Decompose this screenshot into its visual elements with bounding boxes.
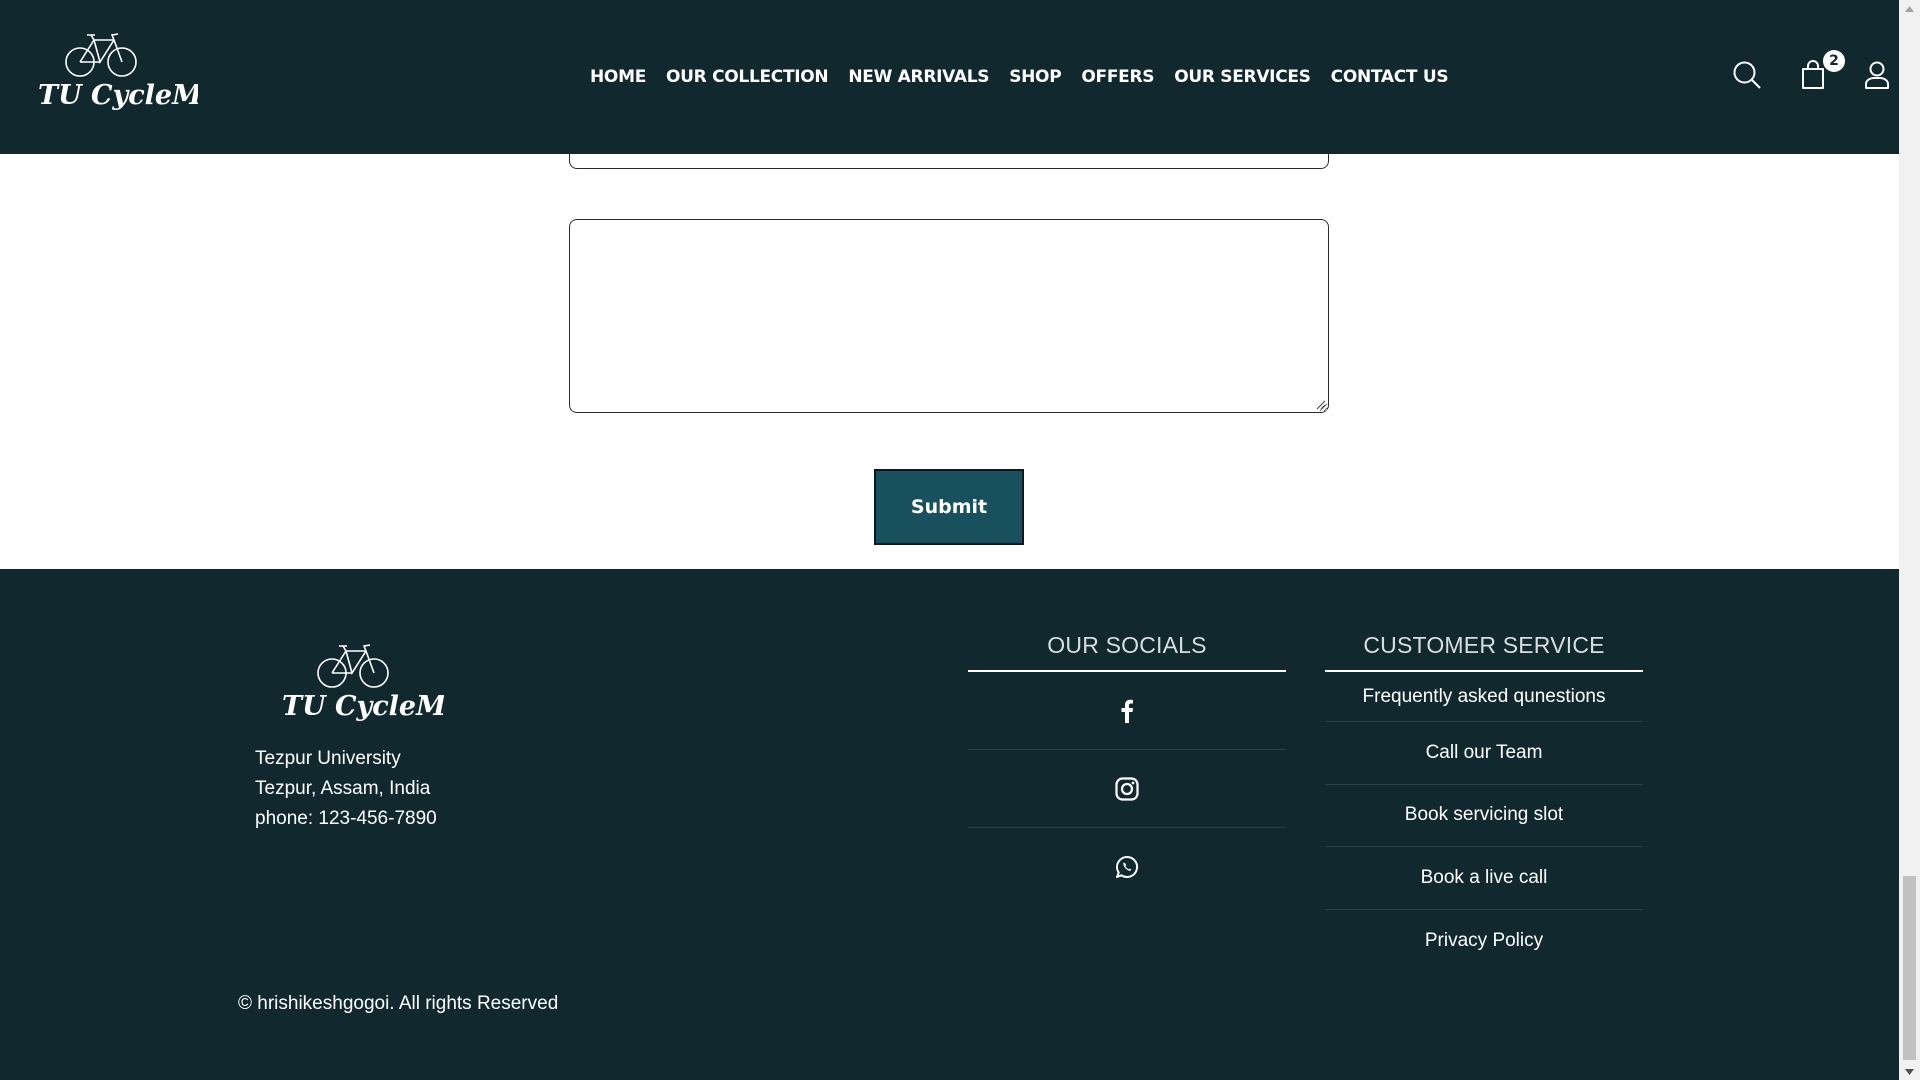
call-team-link[interactable]: Call our Team: [1325, 722, 1643, 785]
scroll-thumb[interactable]: [1903, 876, 1916, 1060]
submit-button[interactable]: Submit: [874, 469, 1024, 545]
copyright-text: © hrishikeshgogoi. All rights Reserved: [238, 993, 559, 1014]
account-button[interactable]: [1860, 58, 1894, 92]
scroll-down-arrow[interactable]: [1899, 1063, 1920, 1080]
instagram-link[interactable]: [968, 750, 1286, 828]
customer-service-column: CUSTOMER SERVICE Frequently asked qunest…: [1325, 630, 1643, 972]
site-footer: TU CycleMart Tezpur University Tezpur, A…: [0, 569, 1899, 1080]
privacy-policy-link[interactable]: Privacy Policy: [1325, 910, 1643, 973]
nav-our-services[interactable]: OUR SERVICES: [1174, 67, 1311, 87]
facebook-icon: [1121, 699, 1133, 723]
logo-text: TU CycleMart: [38, 80, 198, 111]
book-servicing-link[interactable]: Book servicing slot: [1325, 785, 1643, 847]
nav-shop[interactable]: SHOP: [1009, 67, 1061, 87]
nav-contact-us[interactable]: CONTACT US: [1331, 67, 1449, 87]
address-line: Tezpur University: [255, 748, 401, 769]
nav-new-arrivals[interactable]: NEW ARRIVALS: [848, 67, 989, 87]
footer-logo-text: TU CycleMart: [282, 691, 444, 722]
site-header: TU CycleMart HOME OUR COLLECTION NEW ARR…: [0, 0, 1899, 154]
scroll-up-arrow[interactable]: [1899, 0, 1920, 17]
phone-number: phone: 123-456-7890: [255, 808, 437, 829]
nav-our-collection[interactable]: OUR COLLECTION: [666, 67, 829, 87]
search-button[interactable]: [1730, 58, 1764, 92]
site-logo[interactable]: TU CycleMart: [36, 32, 198, 116]
socials-column: OUR SOCIALS: [968, 630, 1286, 906]
footer-logo[interactable]: TU CycleMart: [282, 643, 444, 727]
user-icon: [1865, 61, 1889, 89]
contact-address: Tezpur University Tezpur, Assam, India p…: [255, 744, 437, 834]
caret-up-icon: [1905, 5, 1914, 12]
customer-service-title: CUSTOMER SERVICE: [1325, 630, 1643, 672]
whatsapp-link[interactable]: [968, 828, 1286, 906]
facebook-link[interactable]: [968, 672, 1286, 750]
socials-title: OUR SOCIALS: [968, 630, 1286, 672]
cart-count-badge: 2: [1823, 50, 1845, 72]
nav-home[interactable]: HOME: [590, 67, 646, 87]
caret-down-icon: [1905, 1068, 1914, 1075]
bicycle-logo-icon: TU CycleMart: [282, 644, 444, 722]
main-nav: HOME OUR COLLECTION NEW ARRIVALS SHOP OF…: [590, 0, 1449, 154]
whatsapp-icon: [1116, 855, 1139, 878]
shopping-bag-icon: [1802, 60, 1824, 89]
book-live-call-link[interactable]: Book a live call: [1325, 847, 1643, 910]
instagram-icon: [1115, 776, 1139, 801]
bicycle-logo-icon: TU CycleMart: [38, 33, 198, 111]
address-line: Tezpur, Assam, India: [255, 778, 431, 799]
nav-offers[interactable]: OFFERS: [1081, 67, 1154, 87]
page-scrollbar[interactable]: [1899, 0, 1920, 1080]
search-icon: [1733, 61, 1761, 89]
message-textarea[interactable]: [569, 219, 1329, 413]
faq-link[interactable]: Frequently asked qunestions: [1325, 672, 1643, 722]
